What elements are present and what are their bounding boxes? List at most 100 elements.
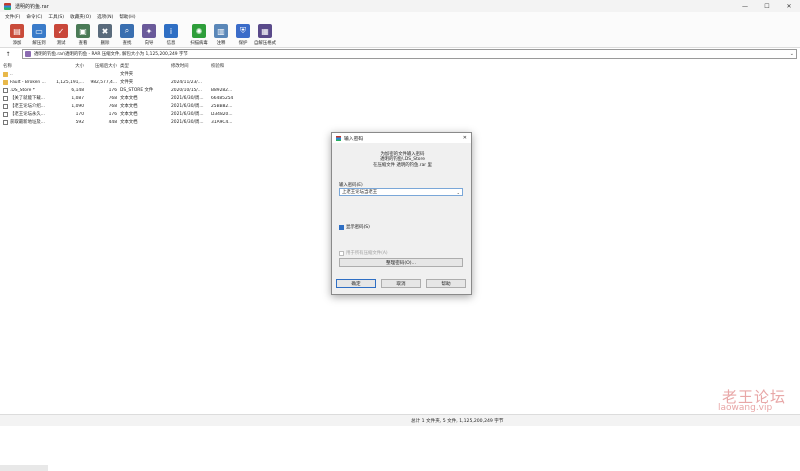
sfx-button[interactable]: ▦ 自解压格式: [254, 21, 276, 48]
chevron-down-icon[interactable]: ⌄: [457, 190, 460, 195]
folder-icon: [3, 71, 8, 77]
use-for-all-label: 用于所有压缩文件(A): [346, 251, 388, 256]
checkbox-checked-icon: [339, 224, 344, 230]
file-icon: [3, 95, 8, 101]
info-button[interactable]: i 信息: [160, 21, 182, 48]
table-row[interactable]: .DS_Store * 6,148 176 DS_STORE 文件 2020/10/15…: [0, 86, 240, 94]
delete-button[interactable]: ✖ 删除: [94, 21, 116, 48]
cell-crc: D34820...: [211, 111, 233, 117]
cell-size: 592: [75, 119, 84, 125]
find-button[interactable]: ⌕ 查找: [116, 21, 138, 48]
horizontal-scrollbar[interactable]: [0, 465, 48, 471]
table-row[interactable]: 获取最新地址及... 592 448 文本文档 2021/6/30/周... 31A9C4…: [0, 118, 240, 126]
protect-icon: ⛨: [236, 24, 250, 38]
organize-passwords-button[interactable]: 整理密码(O)...: [339, 258, 463, 267]
use-for-all-checkbox[interactable]: 用于所有压缩文件(A): [339, 250, 388, 256]
cell-crc: 25BB82...: [211, 103, 233, 109]
cell-size: 6,148: [71, 87, 84, 93]
cell-packed: 448: [108, 119, 117, 125]
window-title: 透明的钓鱼.rar: [15, 3, 49, 10]
archive-icon: [25, 51, 31, 57]
table-row[interactable]: 【老王论坛永久... 170 176 文本文档 2021/6/30/周... D34820…: [0, 110, 240, 118]
menu-help[interactable]: 帮助(H): [116, 14, 138, 20]
file-name: ..: [10, 71, 13, 77]
cell-size: 170: [75, 111, 84, 117]
title-bar: 透明的钓鱼.rar — ☐ ✕: [0, 0, 800, 12]
column-size[interactable]: 大小: [50, 63, 84, 69]
menu-file[interactable]: 文件(F): [2, 14, 23, 20]
protect-button[interactable]: ⛨ 保护: [232, 21, 254, 48]
maximize-button[interactable]: ☐: [756, 0, 778, 12]
password-input[interactable]: 上老王论坛当老王 ⌄: [339, 188, 463, 196]
cell-size: 1,087: [71, 95, 84, 101]
minimize-button[interactable]: —: [734, 0, 756, 12]
view-button[interactable]: ▣ 查看: [72, 21, 94, 48]
status-text: 总计 1 文件夹, 5 文件, 1,125,200,249 字节: [411, 419, 504, 424]
checkbox-unchecked-icon: [339, 250, 344, 256]
list-header: 名称 大小 压缩后大小 类型 修改时间 校验和: [0, 61, 240, 70]
cell-modified: 2021/6/30/周...: [171, 120, 204, 125]
password-value: 上老王论坛当老王: [342, 190, 378, 195]
file-name: 【老王论坛永久...: [10, 112, 45, 117]
window-controls: — ☐ ✕: [734, 0, 800, 12]
extract-to-button[interactable]: ▭ 解压到: [28, 21, 50, 48]
up-arrow-icon[interactable]: ↑: [0, 50, 16, 60]
cell-type: 文本文档: [120, 120, 138, 125]
winrar-dialog-icon: [336, 135, 341, 141]
ok-button[interactable]: 确定: [336, 279, 376, 288]
test-icon: ✓: [54, 24, 68, 38]
cell-name: ..: [3, 71, 50, 77]
add-button[interactable]: ▤ 添加: [6, 21, 28, 48]
menu-favorites[interactable]: 收藏夹(O): [67, 14, 94, 20]
winrar-window: 透明的钓鱼.rar — ☐ ✕ 文件(F) 命令(C) 工具(S) 收藏夹(O)…: [0, 0, 800, 471]
winrar-app-icon: [4, 2, 11, 10]
comment-button[interactable]: ▥ 注释: [210, 21, 232, 48]
info-line: 在压缩文件 透明的钓鱼.rar 里: [373, 162, 432, 168]
cancel-button[interactable]: 取消: [381, 279, 421, 288]
find-icon: ⌕: [120, 24, 134, 38]
table-row[interactable]: 【关了就能下载... 1,087 768 文本文档 2021/6/30/周... 6648…: [0, 94, 240, 102]
cell-crc: B89282...: [211, 87, 233, 93]
help-button[interactable]: 帮助: [426, 279, 466, 288]
cell-name: 【关了就能下载...: [3, 95, 50, 101]
cell-packed: 768: [108, 95, 117, 101]
file-name: 【关了就能下载...: [10, 96, 45, 101]
table-row[interactable]: Fault - Broken ... 1,125,191,... 982,577,4…: [0, 78, 240, 86]
cell-packed: 176: [108, 111, 117, 117]
dialog-close-icon[interactable]: ✕: [463, 135, 467, 141]
address-bar[interactable]: 透明的钓鱼.rar\透明的钓鱼 - RAR 压缩文件, 解包大小为 1,125,…: [22, 49, 797, 59]
cell-packed: 982,577,4...: [90, 79, 117, 85]
close-button[interactable]: ✕: [778, 0, 800, 12]
file-name: 【老王论坛介绍...: [10, 104, 45, 109]
chevron-down-icon[interactable]: ⌄: [790, 51, 794, 57]
column-crc[interactable]: 校验和: [211, 63, 240, 69]
watermark-url: laowang.vip: [718, 403, 773, 413]
cell-type: 文件夹: [120, 80, 134, 85]
virus-scan-button[interactable]: ✺ 扫描病毒: [188, 21, 210, 48]
table-row[interactable]: 【老王论坛介绍... 1,090 768 文本文档 2021/6/30/周... 25BB…: [0, 102, 240, 110]
menu-options[interactable]: 选项(N): [94, 14, 116, 20]
file-name: 获取最新地址及...: [10, 120, 45, 125]
info-icon: i: [164, 24, 178, 38]
show-password-checkbox[interactable]: 显示密码(S): [339, 224, 370, 230]
column-modified[interactable]: 修改时间: [171, 63, 207, 69]
cell-name: 获取最新地址及...: [3, 119, 50, 125]
cell-size: 1,090: [71, 103, 84, 109]
cell-modified: 2020/10/15/...: [171, 87, 202, 93]
virus-scan-icon: ✺: [192, 24, 206, 38]
cell-modified: 2024/11/23/...: [171, 79, 202, 85]
wizard-button[interactable]: ✦ 向导: [138, 21, 160, 48]
password-dialog: 输入密码 ✕ 为加密的文件输入密码 透明的钓鱼\.DS_Store 在压缩文件 …: [331, 132, 472, 295]
cell-crc: 66485254: [211, 95, 234, 101]
file-icon: [3, 87, 8, 93]
cell-name: 【老王论坛永久...: [3, 111, 50, 117]
column-packed[interactable]: 压缩后大小: [86, 63, 117, 69]
test-button[interactable]: ✓ 测试: [50, 21, 72, 48]
table-row[interactable]: .. 文件夹: [0, 70, 240, 78]
menu-commands[interactable]: 命令(C): [23, 14, 45, 20]
cell-crc: 31A9C4...: [211, 119, 233, 125]
menu-tools[interactable]: 工具(S): [45, 14, 67, 20]
wizard-icon: ✦: [142, 24, 156, 38]
column-type[interactable]: 类型: [120, 63, 168, 69]
column-name[interactable]: 名称: [3, 63, 50, 69]
